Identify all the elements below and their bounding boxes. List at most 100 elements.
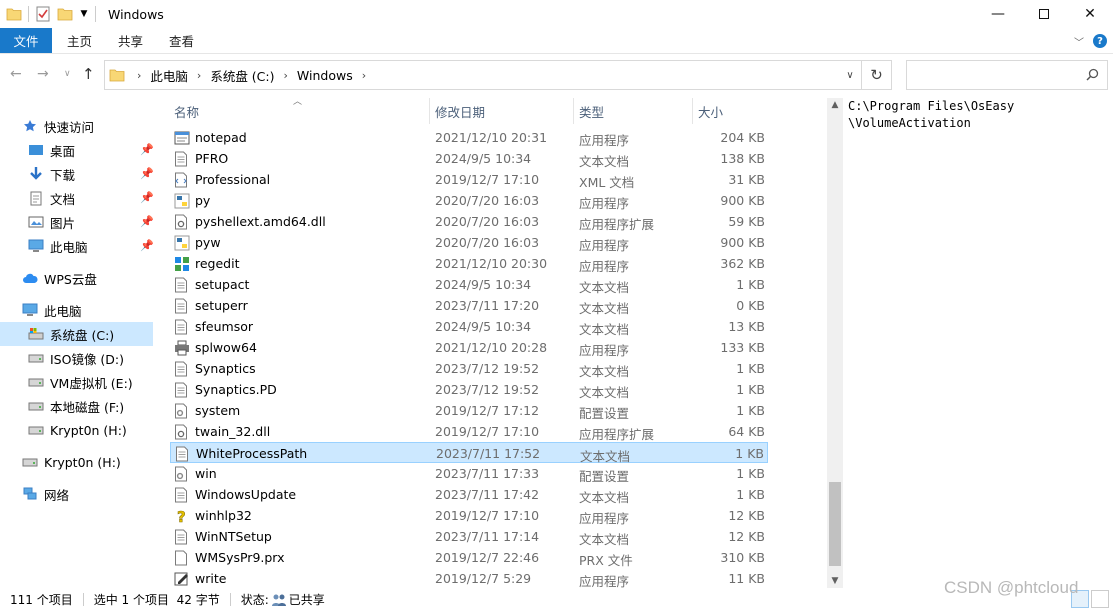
nav-drive-d[interactable]: ISO镜像 (D:) [28, 346, 124, 370]
column-header-date[interactable]: 修改日期 [435, 98, 572, 124]
file-row[interactable]: PFRO 2024/9/5 10:34 文本文档 138 KB [170, 148, 768, 169]
breadcrumb-windows[interactable]: Windows [297, 68, 353, 83]
pin-icon[interactable]: 📌 [140, 215, 154, 228]
drive-icon [28, 350, 44, 366]
column-header-name[interactable]: 名称 [174, 98, 429, 124]
tab-file[interactable]: 文件 [0, 28, 52, 53]
recent-locations-icon[interactable]: ∨ [64, 69, 71, 79]
file-row[interactable]: ? winhlp32 2019/12/7 17:10 应用程序 12 KB [170, 505, 768, 527]
file-row[interactable]: system 2019/12/7 17:12 配置设置 1 KB [170, 400, 768, 421]
new-folder-icon[interactable] [57, 6, 73, 22]
file-date: 2021/12/10 20:28 [435, 340, 548, 355]
file-row[interactable]: WinNTSetup 2023/7/11 17:14 文本文档 12 KB [170, 526, 768, 547]
minimize-button[interactable]: — [975, 0, 1021, 28]
file-row[interactable]: write 2019/12/7 5:29 应用程序 11 KB [170, 568, 768, 589]
chevron-right-icon[interactable]: › [197, 69, 201, 82]
tab-view[interactable]: 查看 [156, 28, 207, 53]
file-size: 64 KB [728, 424, 765, 439]
scroll-up-icon[interactable]: ▲ [827, 100, 843, 110]
address-bar[interactable]: › 此电脑 › 系统盘 (C:) › Windows › ∨ [104, 60, 862, 90]
file-row[interactable]: Professional 2019/12/7 17:10 XML 文档 31 KB [170, 169, 768, 190]
nav-documents[interactable]: 文档 [28, 186, 75, 210]
file-row[interactable]: setupact 2024/9/5 10:34 文本文档 1 KB [170, 274, 768, 295]
nav-label: 下载 [50, 167, 76, 183]
large-icons-view-icon[interactable] [1091, 590, 1109, 608]
breadcrumb-c-drive[interactable]: 系统盘 (C:) [210, 66, 274, 85]
window-title: Windows [108, 6, 164, 22]
back-button[interactable]: ← [10, 66, 22, 82]
nav-quick-access[interactable]: 快速访问 [22, 114, 94, 138]
column-header-size[interactable]: 大小 [698, 98, 768, 124]
pin-icon[interactable]: 📌 [140, 239, 154, 252]
system-drive-icon [28, 326, 44, 342]
file-row[interactable]: py 2020/7/20 16:03 应用程序 900 KB [170, 190, 768, 211]
file-type: 应用程序 [579, 196, 630, 211]
close-button[interactable]: ✕ [1067, 0, 1113, 28]
ribbon-tabs: 文件 主页 共享 查看 ﹀ ? [0, 28, 1113, 54]
maximize-button[interactable] [1021, 0, 1067, 28]
breadcrumb-this-pc[interactable]: 此电脑 [150, 66, 188, 85]
tab-home[interactable]: 主页 [54, 28, 105, 53]
help-icon[interactable]: ? [1093, 34, 1107, 48]
column-divider[interactable] [429, 98, 430, 124]
desktop-icon [28, 142, 44, 158]
nav-drive-f[interactable]: 本地磁盘 (F:) [28, 394, 124, 418]
nav-desktop[interactable]: 桌面 [28, 138, 75, 162]
properties-icon[interactable] [35, 6, 51, 22]
address-dropdown-icon[interactable]: ∨ [839, 70, 861, 81]
nav-network[interactable]: 网络 [22, 482, 69, 506]
up-button[interactable]: ↑ [82, 65, 95, 83]
nav-drive-e[interactable]: VM虚拟机 (E:) [28, 370, 133, 394]
pin-icon[interactable]: 📌 [140, 143, 154, 156]
nav-label: ISO镜像 (D:) [50, 351, 125, 367]
file-row[interactable]: WindowsUpdate 2023/7/11 17:42 文本文档 1 KB [170, 484, 768, 505]
file-row[interactable]: pyshellext.amd64.dll 2020/7/20 16:03 应用程序扩… [170, 211, 768, 232]
search-input[interactable] [906, 60, 1108, 90]
preview-line: C:\Program Files\OsEasy [848, 99, 1015, 113]
nav-drive-h[interactable]: Krypt0n (H:) [28, 418, 127, 442]
customize-toolbar-icon[interactable]: ▼ [79, 6, 89, 22]
file-row[interactable]: splwow64 2021/12/10 20:28 应用程序 133 KB [170, 337, 768, 358]
tab-share[interactable]: 共享 [105, 28, 156, 53]
chevron-right-icon[interactable]: › [137, 69, 141, 82]
file-date: 2020/7/20 16:03 [435, 193, 540, 208]
pin-icon[interactable]: 📌 [140, 167, 154, 180]
file-row[interactable]: win 2023/7/11 17:33 配置设置 1 KB [170, 463, 768, 484]
file-size: 1 KB [736, 382, 765, 397]
chevron-right-icon[interactable]: › [362, 69, 366, 82]
pin-icon[interactable]: 📌 [140, 191, 154, 204]
file-date: 2021/12/10 20:30 [435, 256, 548, 271]
file-row[interactable]: sfeumsor 2024/9/5 10:34 文本文档 13 KB [170, 316, 768, 337]
nav-this-pc[interactable]: 此电脑 [22, 298, 82, 322]
file-row[interactable]: WMSysPr9.prx 2019/12/7 22:46 PRX 文件 310 KB [170, 547, 768, 568]
file-row[interactable]: notepad 2021/12/10 20:31 应用程序 204 KB [170, 127, 768, 148]
file-row[interactable]: twain_32.dll 2019/12/7 17:10 应用程序扩展 64 KB [170, 421, 768, 442]
scroll-down-icon[interactable]: ▼ [827, 576, 843, 586]
nav-this-pc-pinned[interactable]: 此电脑 [28, 234, 88, 258]
refresh-button[interactable]: ↻ [862, 60, 892, 90]
column-divider[interactable] [573, 98, 574, 124]
column-header-type[interactable]: 类型 [579, 98, 691, 124]
file-name: py [195, 193, 211, 208]
file-row[interactable]: WhiteProcessPath 2023/7/11 17:52 文本文档 1 KB [170, 442, 768, 464]
file-type: 配置设置 [579, 406, 630, 421]
computer-icon [28, 238, 44, 254]
nav-wps-cloud[interactable]: WPS云盘 [22, 266, 97, 290]
nav-krypton[interactable]: Krypt0n (H:) [22, 450, 121, 474]
expand-ribbon-icon[interactable]: ﹀ [1069, 34, 1089, 49]
chevron-right-icon[interactable]: › [284, 69, 288, 82]
column-divider[interactable] [692, 98, 693, 124]
file-row[interactable]: regedit 2021/12/10 20:30 应用程序 362 KB [170, 253, 768, 274]
vertical-scrollbar[interactable]: ▲ ▼ [827, 98, 843, 588]
file-row[interactable]: setuperr 2023/7/11 17:20 文本文档 0 KB [170, 295, 768, 316]
file-row[interactable]: Synaptics.PD 2023/7/12 19:52 文本文档 1 KB [170, 379, 768, 400]
scrollbar-thumb[interactable] [829, 482, 841, 566]
file-row[interactable]: Synaptics 2023/7/12 19:52 文本文档 1 KB [170, 358, 768, 379]
nav-downloads[interactable]: 下载 [28, 162, 75, 186]
file-row[interactable]: pyw 2020/7/20 16:03 应用程序 900 KB [170, 232, 768, 253]
nav-pictures[interactable]: 图片 [28, 210, 75, 234]
forward-button[interactable]: → [37, 66, 49, 82]
drive-icon [22, 454, 38, 470]
file-date: 2023/7/12 19:52 [435, 382, 540, 397]
nav-drive-c[interactable]: 系统盘 (C:) [0, 322, 153, 346]
